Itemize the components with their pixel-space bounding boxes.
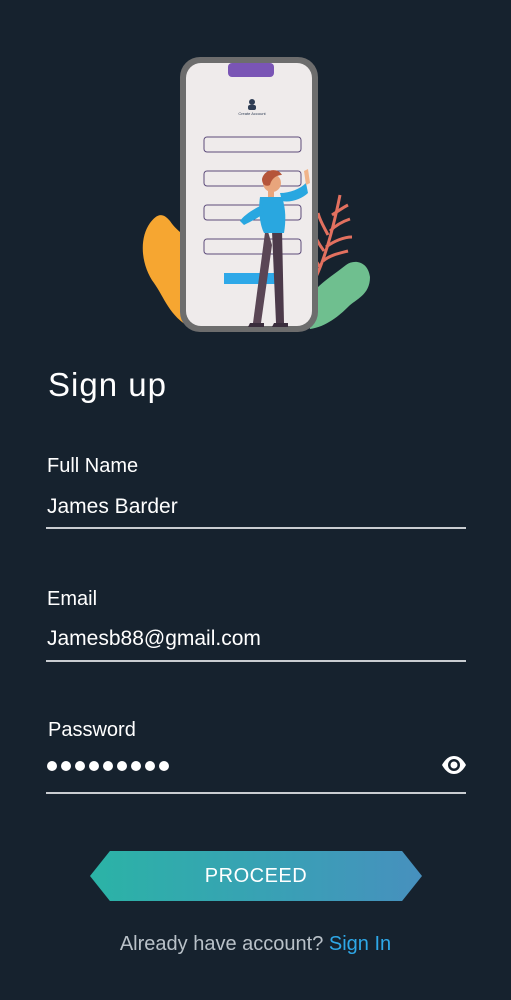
password-underline	[46, 792, 466, 794]
phone-notch	[228, 63, 274, 77]
password-dot	[145, 761, 155, 771]
password-dot	[159, 761, 169, 771]
phone-heading-text: Create Account	[238, 111, 266, 116]
email-label: Email	[47, 588, 98, 610]
full-name-underline	[46, 527, 466, 529]
signin-link[interactable]: Sign In	[329, 933, 391, 955]
password-dot	[89, 761, 99, 771]
password-dot	[47, 761, 57, 771]
password-dot	[61, 761, 71, 771]
signup-screen: Create Account Sign up Full Name James B…	[0, 0, 511, 1000]
full-name-label: Full Name	[47, 455, 139, 477]
full-name-input[interactable]: James Barder	[47, 495, 178, 519]
password-input[interactable]	[47, 754, 169, 778]
proceed-button[interactable]: PROCEED	[90, 851, 422, 901]
page-title: Sign up	[48, 366, 167, 403]
password-dot	[131, 761, 141, 771]
email-input[interactable]: Jamesb88@gmail.com	[47, 627, 261, 651]
password-dot	[103, 761, 113, 771]
password-dot	[117, 761, 127, 771]
signin-prompt: Already have account?	[119, 933, 324, 955]
email-underline	[46, 660, 466, 662]
signin-row: Already have account? Sign In	[0, 933, 511, 956]
password-label: Password	[48, 719, 136, 741]
password-dot	[75, 761, 85, 771]
eye-icon[interactable]	[440, 753, 468, 777]
signup-illustration: Create Account	[142, 57, 370, 332]
